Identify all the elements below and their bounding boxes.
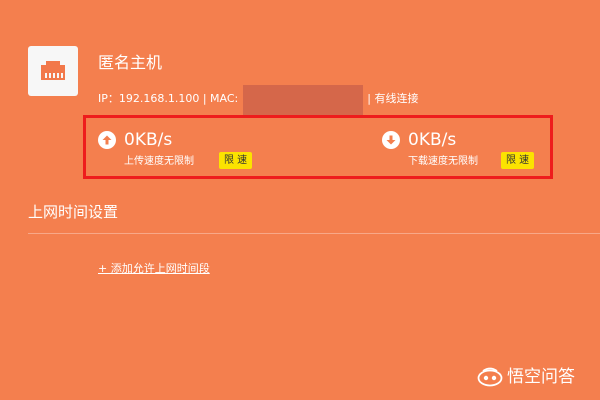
download-limit-button[interactable]: 限 速: [501, 152, 535, 169]
mac-redaction: [243, 85, 364, 118]
download-speed-value: 0KB/s: [408, 130, 457, 150]
download-speed-desc: 下载速度无限制: [408, 156, 478, 167]
upload-speed-desc: 上传速度无限制: [124, 156, 194, 167]
speed-panel: 0KB/s 上传速度无限制 限 速 0KB/s 下载速度无限制 限 速: [83, 115, 553, 179]
ethernet-port-icon: [41, 61, 65, 80]
download-arrow-icon: [382, 131, 400, 149]
upload-limit-button[interactable]: 限 速: [219, 152, 253, 169]
section-divider: [28, 233, 600, 234]
upload-arrow-icon: [98, 131, 116, 149]
upload-speed-value: 0KB/s: [124, 130, 173, 150]
wukong-logo-icon: [477, 367, 503, 387]
device-name: 匿名主机: [98, 53, 163, 72]
device-ip-text: IP：192.168.1.100 | MAC:: [98, 91, 239, 105]
schedule-section-title: 上网时间设置: [28, 203, 119, 221]
watermark: 悟空问答: [477, 366, 575, 388]
connection-type-text: | 有线连接: [367, 91, 419, 105]
add-time-period-link[interactable]: + 添加允许上网时间段: [98, 262, 210, 276]
device-icon-box: [28, 46, 78, 96]
watermark-text: 悟空问答: [507, 367, 575, 387]
device-info: IP：192.168.1.100 | MAC: | 有线连接: [98, 82, 419, 118]
